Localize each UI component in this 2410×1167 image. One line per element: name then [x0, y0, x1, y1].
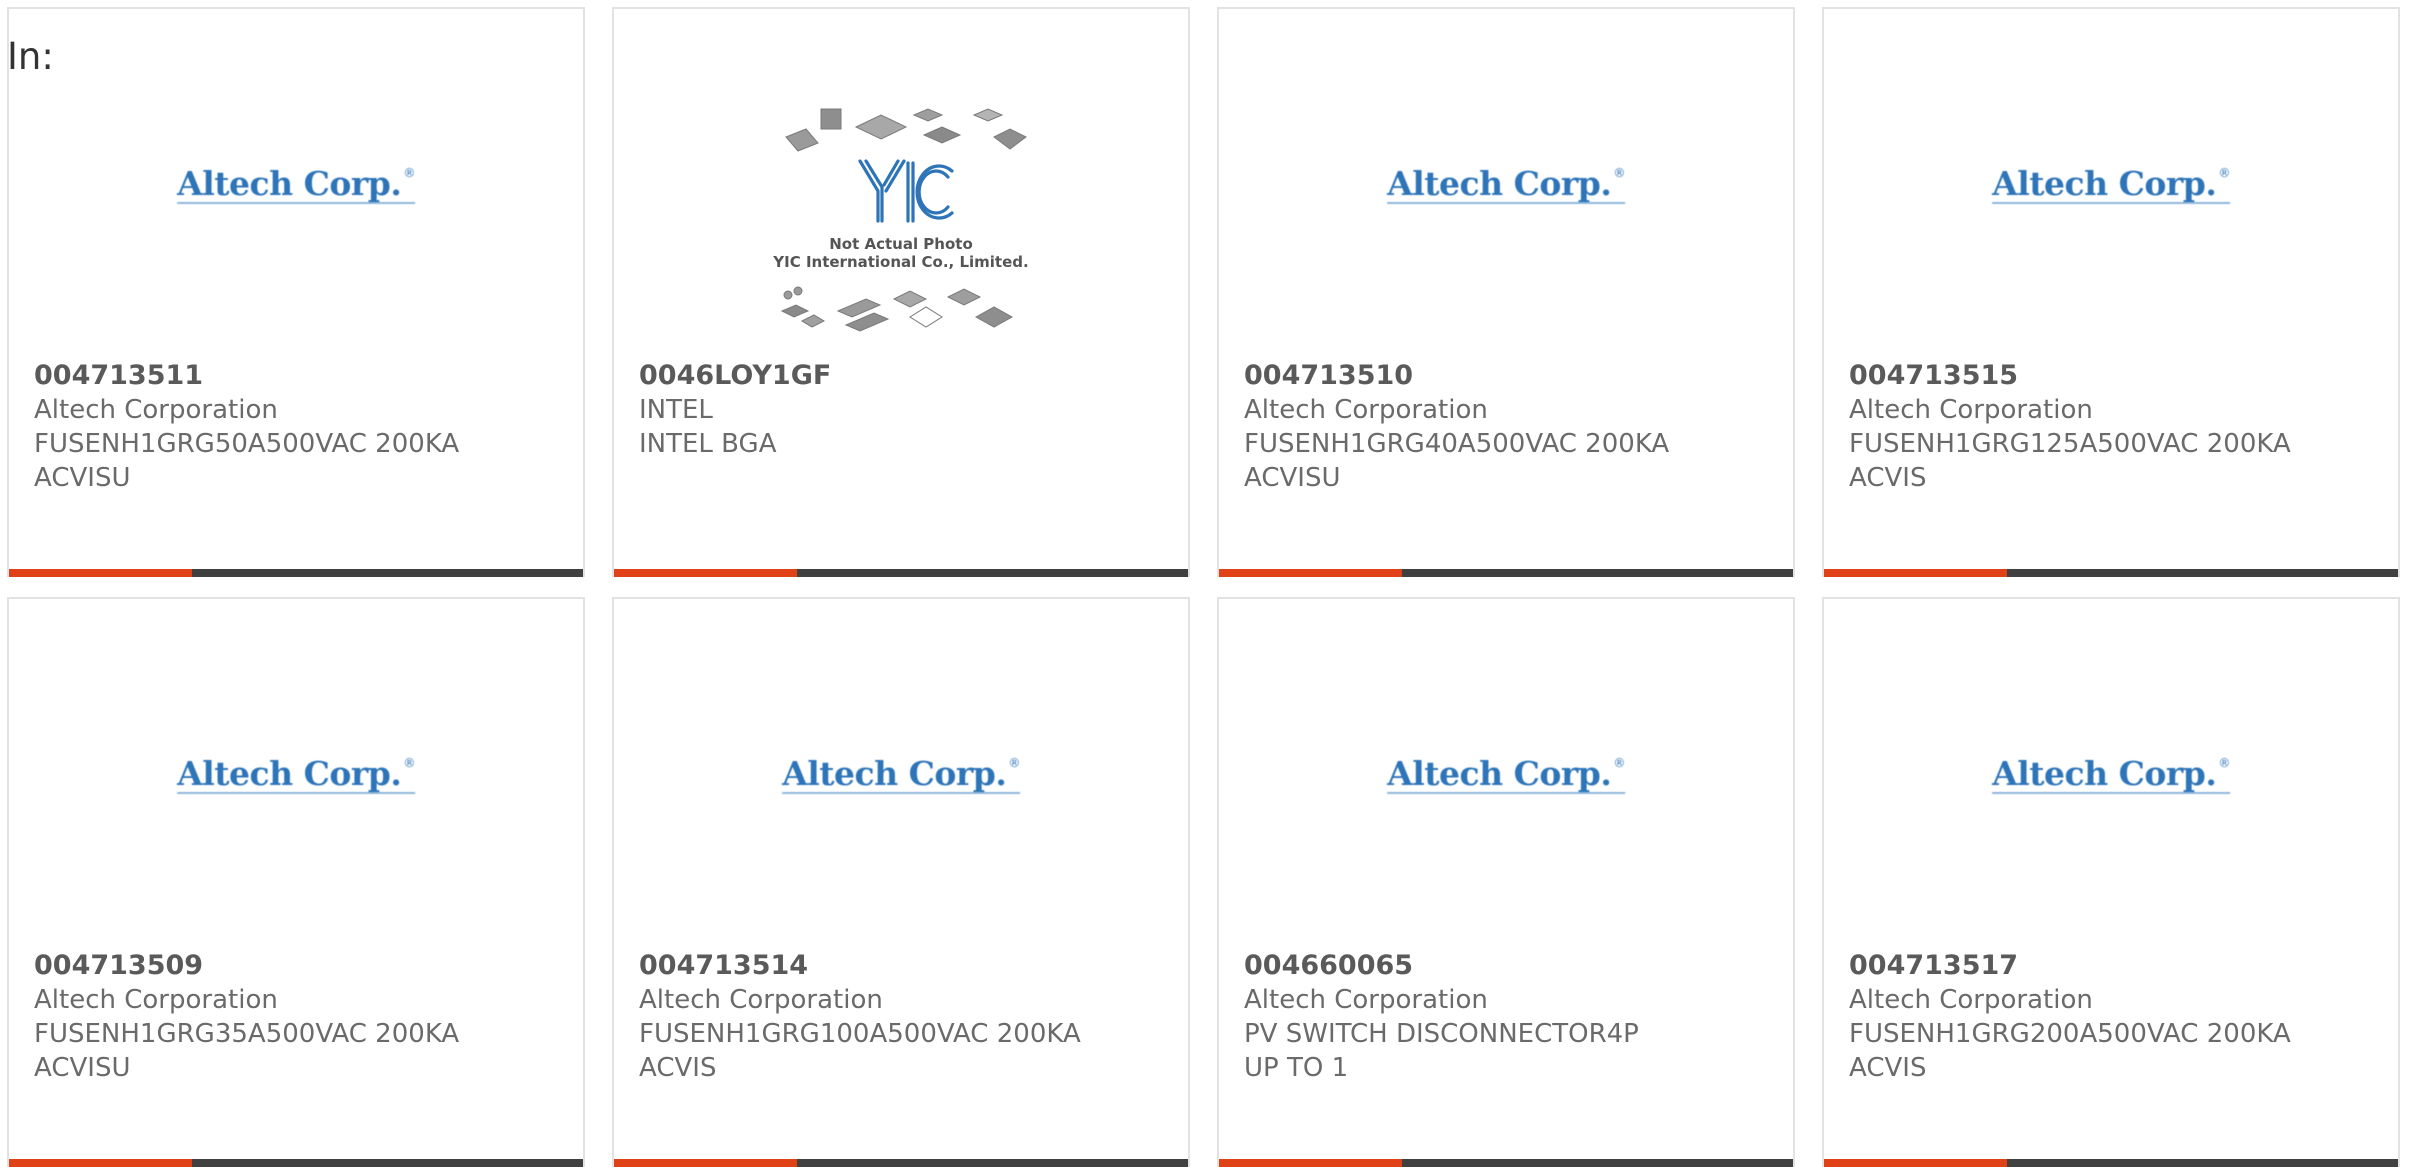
product-grid-page: In: Altech Corp. ® 004713511 Altech Corpo…	[0, 0, 2410, 1167]
product-card[interactable]: Altech Corp. ® 004713515 Altech Corporati…	[1822, 7, 2400, 577]
part-number[interactable]: 004713510	[1244, 359, 1773, 393]
description-line: FUSENH1GRG100A500VAC 200KA	[639, 1019, 1081, 1049]
card-footer-bar	[1219, 569, 1793, 577]
altech-logo: Altech Corp. ®	[1992, 754, 2230, 794]
card-accent-bar	[614, 569, 797, 577]
card-accent-bar	[1824, 569, 2007, 577]
product-image[interactable]: Altech Corp. ®	[9, 599, 583, 939]
card-accent-bar	[9, 1159, 192, 1167]
description-line: UP TO 1	[1244, 1053, 1349, 1083]
altech-logo: Altech Corp. ®	[1387, 164, 1625, 204]
card-accent-bar	[614, 1159, 797, 1167]
card-accent-bar	[1219, 569, 1402, 577]
manufacturer: Altech Corporation	[34, 985, 278, 1015]
product-card[interactable]: Altech Corp. ® 004713517 Altech Corporati…	[1822, 597, 2400, 1167]
description-line: ACVISU	[34, 1053, 131, 1083]
manufacturer: INTEL	[639, 395, 713, 425]
product-image[interactable]: Altech Corp. ®	[1824, 9, 2398, 349]
product-card[interactable]: Altech Corp. ® 004713511 Altech Corporati…	[7, 7, 585, 577]
yic-placeholder-image: Not Actual Photo YIC International Co., …	[772, 108, 1029, 332]
product-image[interactable]: Altech Corp. ®	[9, 9, 583, 349]
altech-logo: Altech Corp. ®	[782, 754, 1020, 794]
description-line: ACVIS	[639, 1053, 717, 1083]
description-line: ACVIS	[1849, 463, 1927, 493]
product-card[interactable]: Altech Corp. ® 004713510 Altech Corporati…	[1217, 7, 1795, 577]
product-card[interactable]: Altech Corp. ® 004660065 Altech Corporati…	[1217, 597, 1795, 1167]
card-accent-bar	[1824, 1159, 2007, 1167]
manufacturer: Altech Corporation	[639, 985, 883, 1015]
product-image[interactable]: Altech Corp. ®	[614, 599, 1188, 939]
card-footer-bar	[614, 569, 1188, 577]
description-line: FUSENH1GRG35A500VAC 200KA	[34, 1019, 460, 1049]
product-card[interactable]: Altech Corp. ® 004713514 Altech Corporati…	[612, 597, 1190, 1167]
manufacturer: Altech Corporation	[1849, 395, 2093, 425]
part-number[interactable]: 004660065	[1244, 949, 1773, 983]
card-accent-bar	[9, 569, 192, 577]
card-footer-bar	[614, 1159, 1188, 1167]
product-image[interactable]: Altech Corp. ®	[1219, 599, 1793, 939]
altech-logo: Altech Corp. ®	[177, 754, 415, 794]
product-card[interactable]: Altech Corp. ® 004713509 Altech Corporati…	[7, 597, 585, 1167]
part-number[interactable]: 004713509	[34, 949, 563, 983]
description-line: INTEL BGA	[639, 429, 777, 459]
card-footer-bar	[9, 569, 583, 577]
manufacturer: Altech Corporation	[34, 395, 278, 425]
manufacturer: Altech Corporation	[1244, 395, 1488, 425]
photo-company-text: YIC International Co., Limited.	[772, 253, 1028, 271]
description-line: PV SWITCH DISCONNECTOR4P	[1244, 1019, 1639, 1049]
product-card[interactable]: Not Actual Photo YIC International Co., …	[612, 7, 1190, 577]
card-footer-bar	[1824, 569, 2398, 577]
altech-logo: Altech Corp. ®	[177, 164, 415, 204]
card-accent-bar	[1219, 1159, 1402, 1167]
description-line: ACVIS	[1849, 1053, 1927, 1083]
part-number[interactable]: 004713517	[1849, 949, 2378, 983]
description-line: FUSENH1GRG50A500VAC 200KA	[34, 429, 460, 459]
manufacturer: Altech Corporation	[1244, 985, 1488, 1015]
part-number[interactable]: 004713514	[639, 949, 1168, 983]
altech-logo: Altech Corp. ®	[1992, 164, 2230, 204]
product-image[interactable]: Altech Corp. ®	[1219, 9, 1793, 349]
card-footer-bar	[1824, 1159, 2398, 1167]
part-number[interactable]: 004713511	[34, 359, 563, 393]
description-line: FUSENH1GRG125A500VAC 200KA	[1849, 429, 2291, 459]
filter-in-label: In:	[7, 35, 54, 78]
altech-logo: Altech Corp. ®	[1387, 754, 1625, 794]
card-footer-bar	[9, 1159, 583, 1167]
manufacturer: Altech Corporation	[1849, 985, 2093, 1015]
product-image[interactable]: Altech Corp. ®	[1824, 599, 2398, 939]
part-number[interactable]: 0046LOY1GF	[639, 359, 1168, 393]
description-line: ACVISU	[1244, 463, 1341, 493]
part-number[interactable]: 004713515	[1849, 359, 2378, 393]
description-line: FUSENH1GRG200A500VAC 200KA	[1849, 1019, 2291, 1049]
card-footer-bar	[1219, 1159, 1793, 1167]
photo-note-text: Not Actual Photo	[829, 235, 973, 253]
description-line: ACVISU	[34, 463, 131, 493]
product-image[interactable]: Not Actual Photo YIC International Co., …	[614, 9, 1188, 349]
description-line: FUSENH1GRG40A500VAC 200KA	[1244, 429, 1670, 459]
